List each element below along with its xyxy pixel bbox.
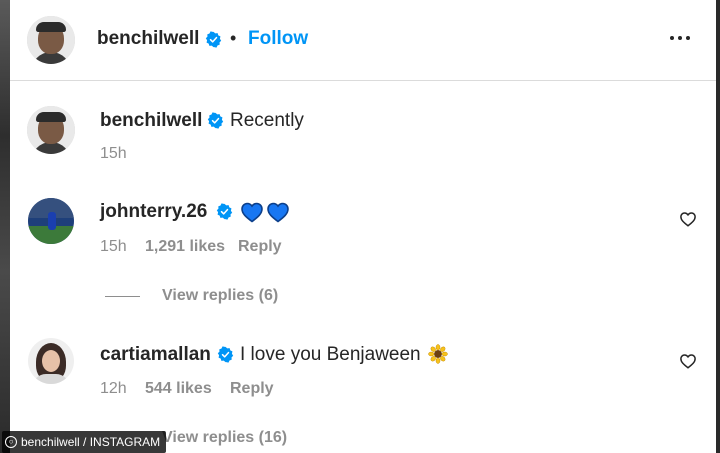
more-options-icon[interactable] bbox=[670, 36, 690, 40]
caption-text: Recently bbox=[230, 110, 304, 131]
comment-likes[interactable]: 1,291 likes bbox=[145, 238, 225, 256]
caption-time[interactable]: 15h bbox=[100, 145, 127, 163]
comment-username[interactable]: cartiamallan bbox=[100, 344, 211, 366]
blue-heart-icon bbox=[267, 202, 289, 223]
reply-button[interactable]: Reply bbox=[238, 238, 282, 256]
follow-button[interactable]: Follow bbox=[248, 28, 308, 50]
instagram-icon: ○ bbox=[5, 436, 17, 448]
instagram-post-panel: benchilwell • Follow benchilwell Recentl… bbox=[10, 0, 716, 453]
credit-text: benchilwell / INSTAGRAM bbox=[21, 435, 161, 449]
blue-heart-icon bbox=[241, 202, 263, 223]
view-replies-button[interactable]: View replies (6) bbox=[162, 287, 278, 305]
background-strip-right bbox=[716, 0, 720, 453]
verified-icon bbox=[207, 112, 224, 129]
post-header: benchilwell • Follow bbox=[10, 0, 716, 81]
like-heart-icon[interactable] bbox=[679, 210, 697, 228]
header-username[interactable]: benchilwell bbox=[97, 28, 199, 50]
verified-icon bbox=[217, 346, 234, 363]
avatar[interactable] bbox=[28, 198, 74, 244]
comment-time[interactable]: 12h bbox=[100, 380, 127, 398]
view-replies-button[interactable]: View replies (16) bbox=[162, 429, 287, 447]
comment-likes[interactable]: 544 likes bbox=[145, 380, 212, 398]
view-replies-line bbox=[105, 296, 140, 297]
photo-credit: ○ benchilwell / INSTAGRAM bbox=[2, 431, 167, 453]
verified-icon bbox=[205, 31, 222, 48]
comment-time[interactable]: 15h bbox=[100, 238, 127, 256]
comment-username[interactable]: johnterry.26 bbox=[100, 201, 207, 223]
sunflower-icon bbox=[428, 344, 448, 364]
separator-dot: • bbox=[230, 28, 237, 48]
reply-button[interactable]: Reply bbox=[230, 380, 274, 398]
background-strip-left bbox=[0, 0, 10, 453]
avatar[interactable] bbox=[27, 16, 75, 64]
avatar[interactable] bbox=[27, 106, 75, 154]
comment-text: I love you Benjaween bbox=[240, 344, 421, 365]
caption-username[interactable]: benchilwell bbox=[100, 110, 202, 132]
verified-icon bbox=[216, 203, 233, 220]
like-heart-icon[interactable] bbox=[679, 352, 697, 370]
avatar[interactable] bbox=[28, 338, 74, 384]
